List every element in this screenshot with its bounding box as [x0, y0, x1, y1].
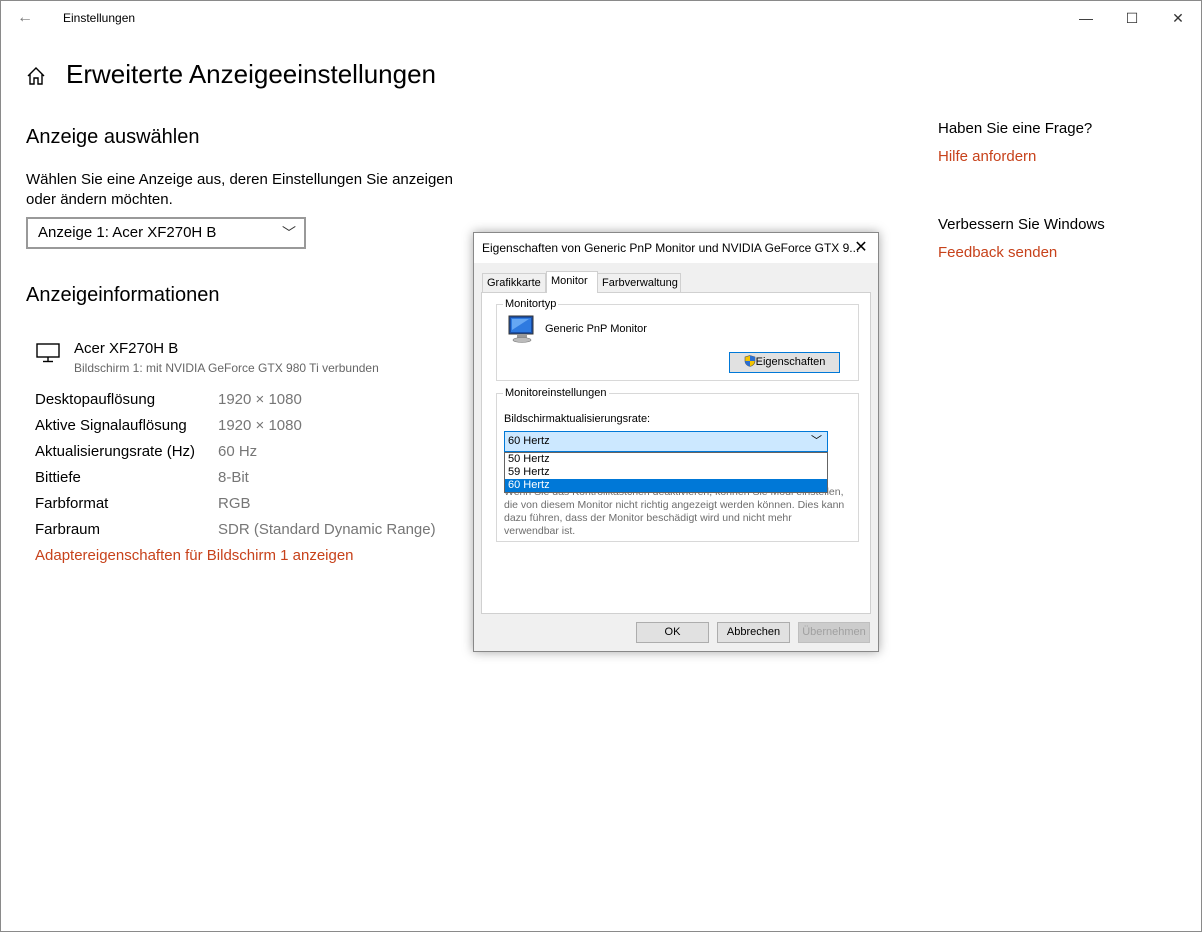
- apply-button[interactable]: Übernehmen: [798, 622, 870, 643]
- home-icon[interactable]: [25, 65, 47, 87]
- info-value: SDR (Standard Dynamic Range): [218, 521, 436, 538]
- close-icon[interactable]: ✕: [850, 236, 872, 258]
- maximize-button[interactable]: ☐: [1109, 1, 1155, 35]
- tab-monitor[interactable]: Monitor: [546, 271, 598, 293]
- monitor-device-icon: [508, 315, 534, 343]
- cancel-button[interactable]: Abbrechen: [717, 622, 790, 643]
- info-label: Bittiefe: [35, 469, 81, 486]
- monitor-icon: [36, 343, 60, 363]
- monitor-tab-panel: Monitortyp Generic PnP Monitor Eigenscha…: [481, 292, 871, 614]
- info-value: RGB: [218, 495, 251, 512]
- properties-button[interactable]: Eigenschaften: [729, 352, 840, 373]
- app-title: Einstellungen: [63, 11, 136, 25]
- info-value: 60 Hz: [218, 443, 258, 460]
- display-info-heading: Anzeigeinformationen: [26, 284, 220, 306]
- info-value: 1920 × 1080: [218, 391, 302, 408]
- shield-icon: [744, 355, 756, 367]
- help-link[interactable]: Hilfe anfordern: [938, 148, 1036, 165]
- close-button[interactable]: ✕: [1155, 1, 1201, 35]
- warning-text: Wenn Sie das Kontrollkästchen deaktivier…: [504, 486, 845, 537]
- refresh-rate-value: 60 Hertz: [508, 435, 550, 447]
- feedback-link[interactable]: Feedback senden: [938, 244, 1057, 261]
- tab-grafikkarte[interactable]: Grafikkarte: [482, 273, 546, 292]
- select-display-heading: Anzeige auswählen: [26, 126, 200, 148]
- dialog-title: Eigenschaften von Generic PnP Monitor un…: [482, 241, 860, 255]
- select-display-description: Wählen Sie eine Anzeige aus, deren Einst…: [26, 171, 453, 208]
- improve-heading: Verbessern Sie Windows: [938, 216, 1105, 233]
- display-select[interactable]: Anzeige 1: Acer XF270H B ﹀: [26, 217, 306, 249]
- refresh-option[interactable]: 59 Hertz: [505, 466, 827, 479]
- info-label: Farbformat: [35, 495, 109, 512]
- monitor-type-label: Monitortyp: [503, 298, 559, 310]
- chevron-down-icon: ﹀: [811, 435, 822, 447]
- adapter-properties-link[interactable]: Adaptereigenschaften für Bildschirm 1 an…: [35, 547, 354, 564]
- monitor-connection: Bildschirm 1: mit NVIDIA GeForce GTX 980…: [74, 361, 379, 375]
- title-bar: ← Einstellungen — ☐ ✕: [1, 1, 1201, 35]
- monitor-properties-dialog: Eigenschaften von Generic PnP Monitor un…: [473, 232, 879, 652]
- refresh-rate-label: Bildschirmaktualisierungsrate:: [504, 413, 651, 425]
- monitor-settings-label: Monitoreinstellungen: [503, 387, 609, 399]
- info-label: Desktopauflösung: [35, 391, 156, 408]
- refresh-rate-dropdown: 50 Hertz 59 Hertz 60 Hertz: [504, 452, 828, 493]
- chevron-down-icon: ﹀: [282, 225, 296, 241]
- info-label: Aktive Signalauflösung: [35, 417, 187, 434]
- info-label: Farbraum: [35, 521, 101, 538]
- minimize-button[interactable]: —: [1063, 1, 1109, 35]
- refresh-option[interactable]: 50 Hertz: [505, 453, 827, 466]
- info-value: 1920 × 1080: [218, 417, 302, 434]
- properties-button-label: Eigenschaften: [755, 356, 826, 368]
- refresh-option-selected[interactable]: 60 Hertz: [505, 479, 827, 492]
- info-value: 8-Bit: [218, 469, 249, 486]
- monitor-type-group: Monitortyp Generic PnP Monitor Eigenscha…: [496, 298, 859, 381]
- refresh-rate-select[interactable]: 60 Hertz ﹀: [504, 431, 828, 452]
- ok-button[interactable]: OK: [636, 622, 709, 643]
- monitor-type-name: Generic PnP Monitor: [545, 323, 647, 335]
- display-select-value: Anzeige 1: Acer XF270H B: [38, 224, 217, 241]
- page-title: Erweiterte Anzeigeeinstellungen: [66, 59, 437, 89]
- back-arrow-icon[interactable]: ←: [11, 5, 39, 31]
- info-label: Aktualisierungsrate (Hz): [35, 443, 196, 460]
- question-heading: Haben Sie eine Frage?: [938, 120, 1093, 137]
- monitor-name: Acer XF270H B: [74, 340, 179, 357]
- tab-farbverwaltung[interactable]: Farbverwaltung: [597, 273, 681, 292]
